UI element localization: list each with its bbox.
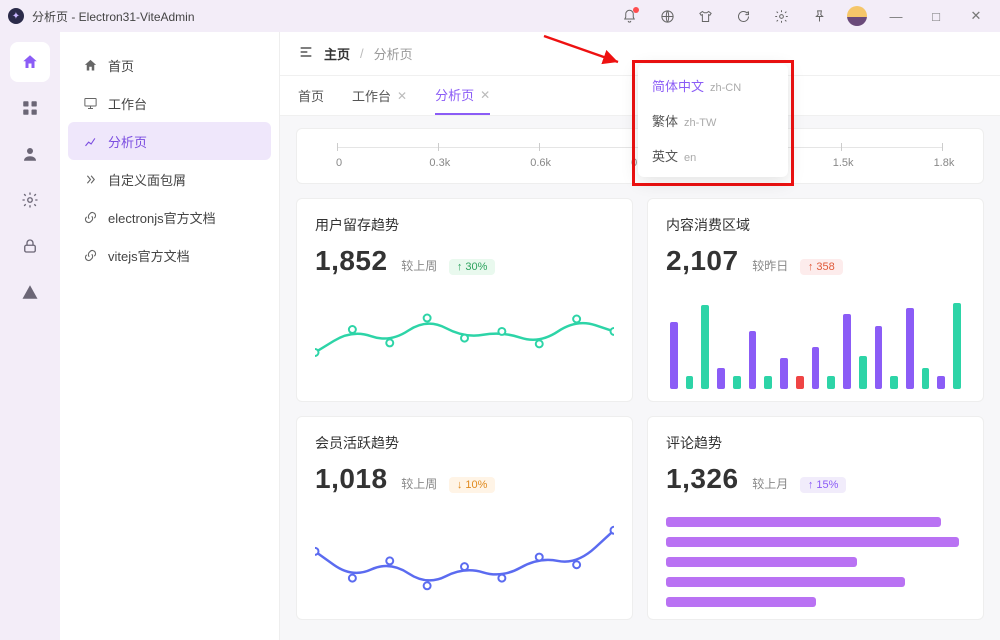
card-active: 会员活跃趋势 1,018 较上周 ↓ 10% <box>296 416 633 620</box>
link-icon <box>82 247 98 263</box>
breadcrumb-root[interactable]: 主页 <box>324 44 350 63</box>
sidebar-item-label: 首页 <box>108 56 134 75</box>
sidebar-item-electron[interactable]: electronjs官方文档 <box>68 198 271 236</box>
tab-workbench[interactable]: 工作台 ✕ <box>352 76 407 115</box>
card-value: 1,326 <box>666 463 739 494</box>
nav-rail <box>0 32 60 640</box>
sidebar-item-workbench[interactable]: 工作台 <box>68 84 271 122</box>
rail-user[interactable] <box>10 134 50 174</box>
rail-lock[interactable] <box>10 226 50 266</box>
card-sub: 较上周 <box>401 477 437 491</box>
sidebar-item-breadcrumb[interactable]: 自定义面包屑 <box>68 160 271 198</box>
card-sub: 较上周 <box>401 259 437 273</box>
card-value: 2,107 <box>666 245 739 276</box>
link-icon <box>82 209 98 225</box>
rail-settings[interactable] <box>10 180 50 220</box>
card-title: 评论趋势 <box>666 433 965 453</box>
shirt-icon[interactable] <box>690 4 720 28</box>
delta-badge: ↑ 30% <box>449 259 496 275</box>
close-icon[interactable]: ✕ <box>480 88 490 102</box>
lang-option-zh-cn[interactable]: 简体中文zh-CN <box>638 68 788 103</box>
card-value: 1,852 <box>315 245 388 276</box>
window-title: 分析页 - Electron31-ViteAdmin <box>32 8 195 25</box>
rail-apps[interactable] <box>10 88 50 128</box>
chart-retention <box>315 293 614 389</box>
card-retention: 用户留存趋势 1,852 较上周 ↑ 30% <box>296 198 633 402</box>
breadcrumb-leaf: 分析页 <box>374 44 413 63</box>
card-title: 会员活跃趋势 <box>315 433 614 453</box>
card-consume: 内容消费区域 2,107 较昨日 ↑ 358 <box>647 198 984 402</box>
delta-badge: ↓ 10% <box>449 477 496 493</box>
sidebar-item-label: vitejs官方文档 <box>108 246 190 265</box>
globe-icon[interactable] <box>652 4 682 28</box>
titlebar: ✦ 分析页 - Electron31-ViteAdmin — □ ✕ <box>0 0 1000 32</box>
menu-toggle-icon[interactable] <box>298 44 314 63</box>
app-icon: ✦ <box>8 8 24 24</box>
sidebar-item-home[interactable]: 首页 <box>68 46 271 84</box>
tab-label: 首页 <box>298 86 324 105</box>
refresh-icon[interactable] <box>728 4 758 28</box>
sidebar: 首页 工作台 分析页 自定义面包屑 electronjs官方文档 vitejs官… <box>60 32 280 640</box>
sidebar-item-label: 分析页 <box>108 132 147 151</box>
window-maximize[interactable]: □ <box>920 2 952 30</box>
close-icon[interactable]: ✕ <box>397 89 407 103</box>
delta-badge: ↑ 15% <box>800 477 847 493</box>
pin-icon[interactable] <box>804 4 834 28</box>
breadcrumb-sep: / <box>360 46 364 61</box>
chart-icon <box>82 133 98 149</box>
desktop-icon <box>82 95 98 111</box>
chart-comment <box>666 511 965 607</box>
gear-icon[interactable] <box>766 4 796 28</box>
main: 主页 / 分析页 首页 工作台✕ 分析页✕ 00.3k0.6k0.9k1.2k1… <box>280 32 1000 640</box>
tab-analysis[interactable]: 分析页 ✕ <box>435 76 490 115</box>
delta-badge: ↑ 358 <box>800 259 843 275</box>
tab-label: 分析页 <box>435 85 474 104</box>
lang-option-en[interactable]: 英文en <box>638 138 788 173</box>
language-menu: 简体中文zh-CN 繁体zh-TW 英文en <box>638 64 788 177</box>
user-avatar[interactable] <box>842 4 872 28</box>
home-icon <box>82 57 98 73</box>
tab-label: 工作台 <box>352 86 391 105</box>
card-comment: 评论趋势 1,326 较上月 ↑ 15% <box>647 416 984 620</box>
sidebar-item-analysis[interactable]: 分析页 <box>68 122 271 160</box>
card-sub: 较昨日 <box>752 259 788 273</box>
card-title: 用户留存趋势 <box>315 215 614 235</box>
sidebar-item-label: 自定义面包屑 <box>108 170 186 189</box>
lang-option-zh-tw[interactable]: 繁体zh-TW <box>638 103 788 138</box>
rail-warn[interactable] <box>10 272 50 312</box>
chart-active <box>315 511 614 607</box>
card-sub: 较上月 <box>752 477 788 491</box>
tab-home[interactable]: 首页 <box>298 76 324 115</box>
sidebar-item-vite[interactable]: vitejs官方文档 <box>68 236 271 274</box>
window-close[interactable]: ✕ <box>960 2 992 30</box>
card-title: 内容消费区域 <box>666 215 965 235</box>
chevrons-icon <box>82 171 98 187</box>
chart-consume <box>666 293 965 389</box>
bell-icon[interactable] <box>614 4 644 28</box>
rail-home[interactable] <box>10 42 50 82</box>
card-value: 1,018 <box>315 463 388 494</box>
sidebar-item-label: 工作台 <box>108 94 147 113</box>
sidebar-item-label: electronjs官方文档 <box>108 208 216 227</box>
window-minimize[interactable]: — <box>880 2 912 30</box>
